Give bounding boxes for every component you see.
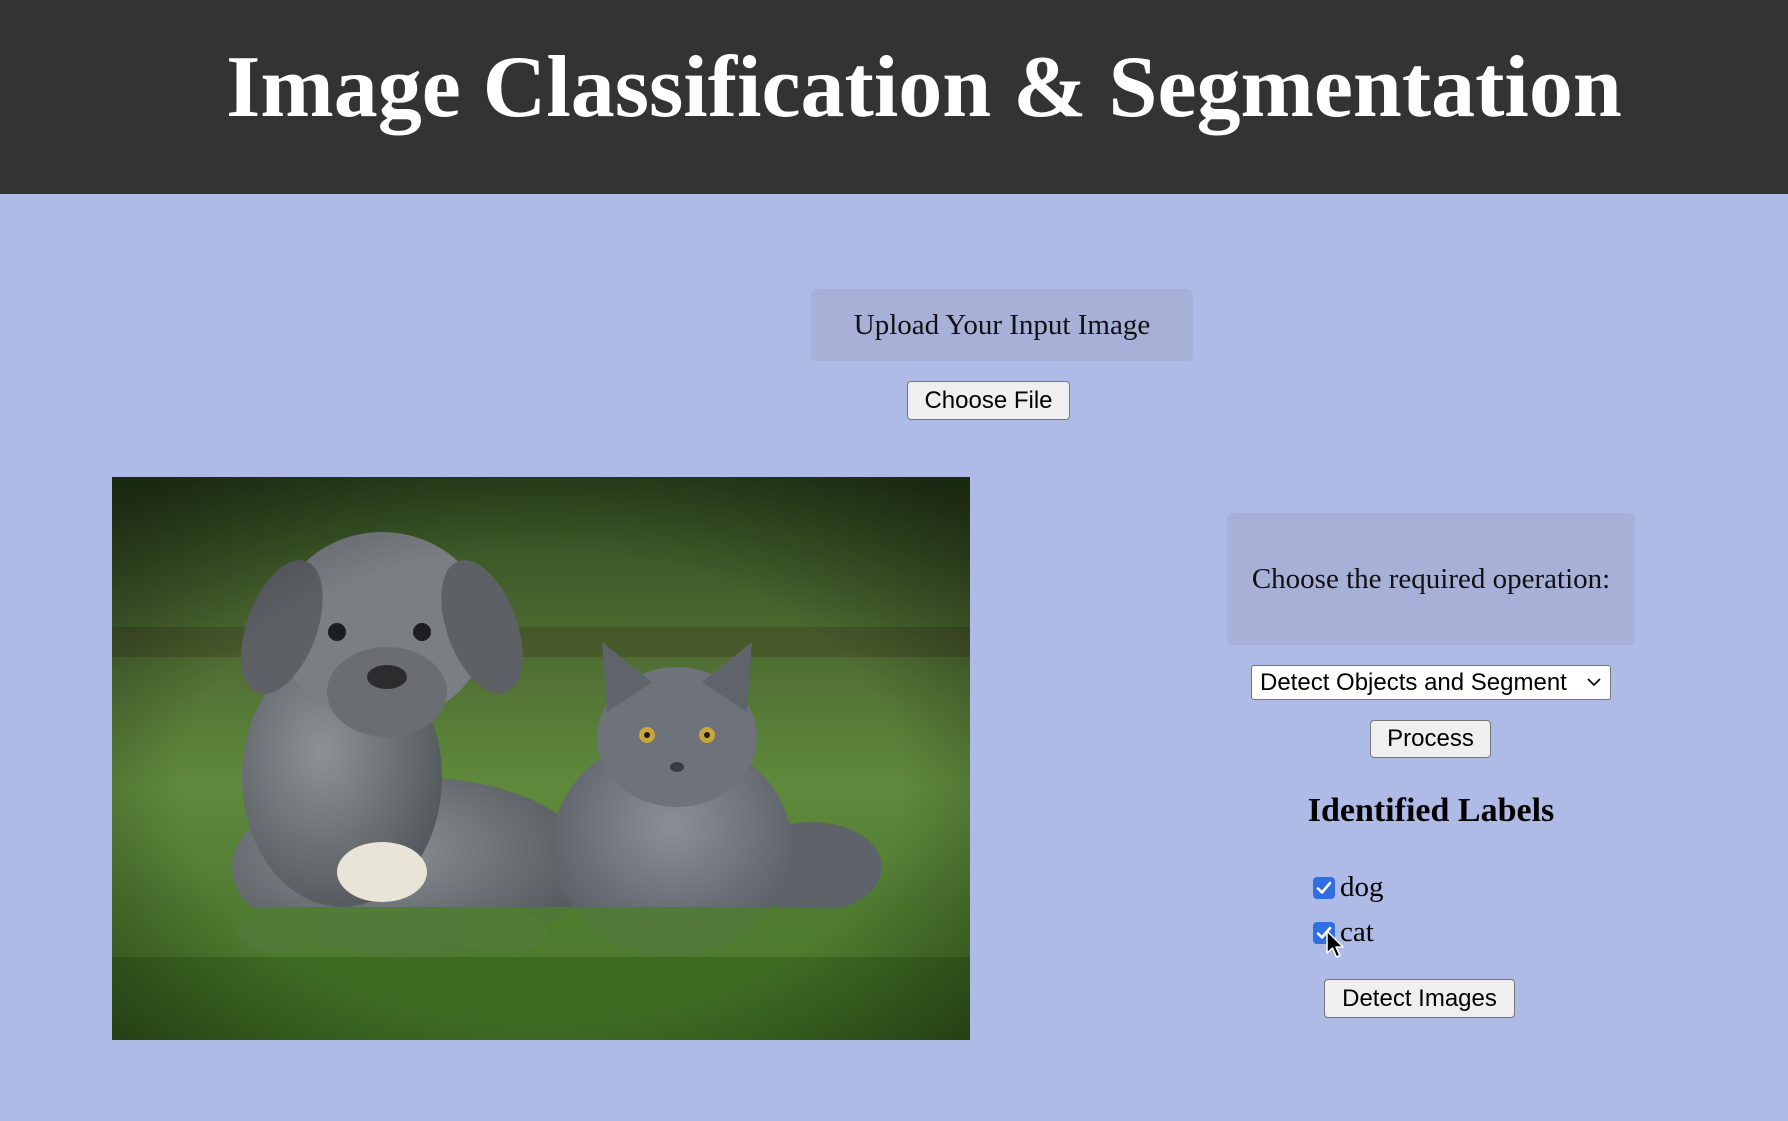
cat-checkbox[interactable] [1313,921,1335,944]
page-header: Image Classification & Segmentation [0,0,1788,194]
operation-select-value: Detect Objects and Segment [1260,668,1567,696]
identified-labels-heading: Identified Labels [1307,792,1555,829]
choose-file-button[interactable]: Choose File [907,381,1070,420]
dog-label: dog [1340,871,1384,903]
checkmark-icon [1316,881,1332,894]
operation-prompt: Choose the required operation: [1251,562,1611,595]
cat-label: cat [1340,916,1374,948]
process-button[interactable]: Process [1370,720,1491,758]
dog-checkbox[interactable] [1313,876,1335,899]
label-item-cat: cat [1313,916,1374,949]
operation-prompt-box: Choose the required operation: [1227,513,1635,645]
page-title: Image Classification & Segmentation [226,39,1622,136]
chevron-down-icon [1587,678,1601,687]
label-item-dog: dog [1313,871,1384,904]
upload-label-box: Upload Your Input Image [811,289,1193,361]
upload-label: Upload Your Input Image [853,308,1151,341]
operation-select[interactable]: Detect Objects and Segment [1251,665,1611,700]
checkmark-icon [1316,926,1332,939]
detect-images-button[interactable]: Detect Images [1324,979,1515,1018]
input-image-preview [112,477,970,1040]
